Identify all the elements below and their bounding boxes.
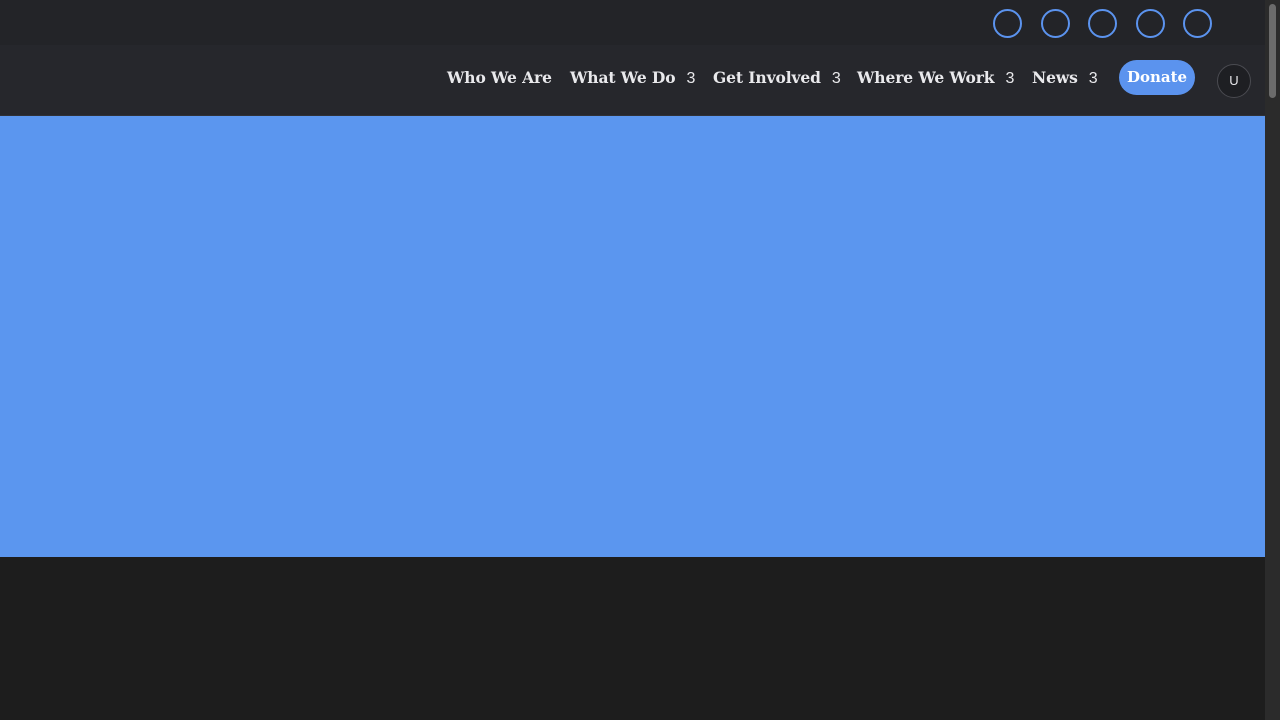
nav-item-count: 3: [1005, 70, 1015, 87]
social-icon-1[interactable]: [993, 9, 1022, 38]
nav-item-count: 3: [686, 70, 696, 87]
page-viewport: Who We Are What We Do 3 Get Involved 3 Whe…: [0, 0, 1265, 720]
social-icon-3[interactable]: [1088, 9, 1117, 38]
nav-item-label: Get Involved: [713, 68, 821, 87]
scrollbar-thumb[interactable]: [1269, 4, 1276, 98]
nav-item-count: 3: [1088, 70, 1098, 87]
donate-button[interactable]: Donate: [1119, 60, 1195, 95]
nav-item-what-we-do[interactable]: What We Do 3: [570, 67, 695, 89]
social-icon-4[interactable]: [1136, 9, 1165, 38]
user-avatar-button[interactable]: U: [1217, 64, 1251, 98]
top-utility-bar: [0, 0, 1265, 45]
nav-item-label: Where We Work: [857, 68, 995, 87]
nav-item-label: What We Do: [570, 68, 676, 87]
content-area: [0, 557, 1265, 720]
nav-item-label: News: [1032, 68, 1078, 87]
nav-item-news[interactable]: News 3: [1032, 67, 1098, 89]
hero-banner: [0, 116, 1265, 557]
nav-item-label: Who We Are: [447, 68, 552, 87]
nav-item-where-we-work[interactable]: Where We Work 3: [857, 67, 1014, 89]
page-scrollbar[interactable]: [1265, 0, 1280, 720]
social-icon-5[interactable]: [1183, 9, 1212, 38]
main-navigation: Who We Are What We Do 3 Get Involved 3 Whe…: [0, 45, 1265, 116]
nav-item-who-we-are[interactable]: Who We Are: [447, 67, 552, 89]
social-icon-2[interactable]: [1041, 9, 1070, 38]
nav-item-count: 3: [831, 70, 841, 87]
nav-item-get-involved[interactable]: Get Involved 3: [713, 67, 841, 89]
